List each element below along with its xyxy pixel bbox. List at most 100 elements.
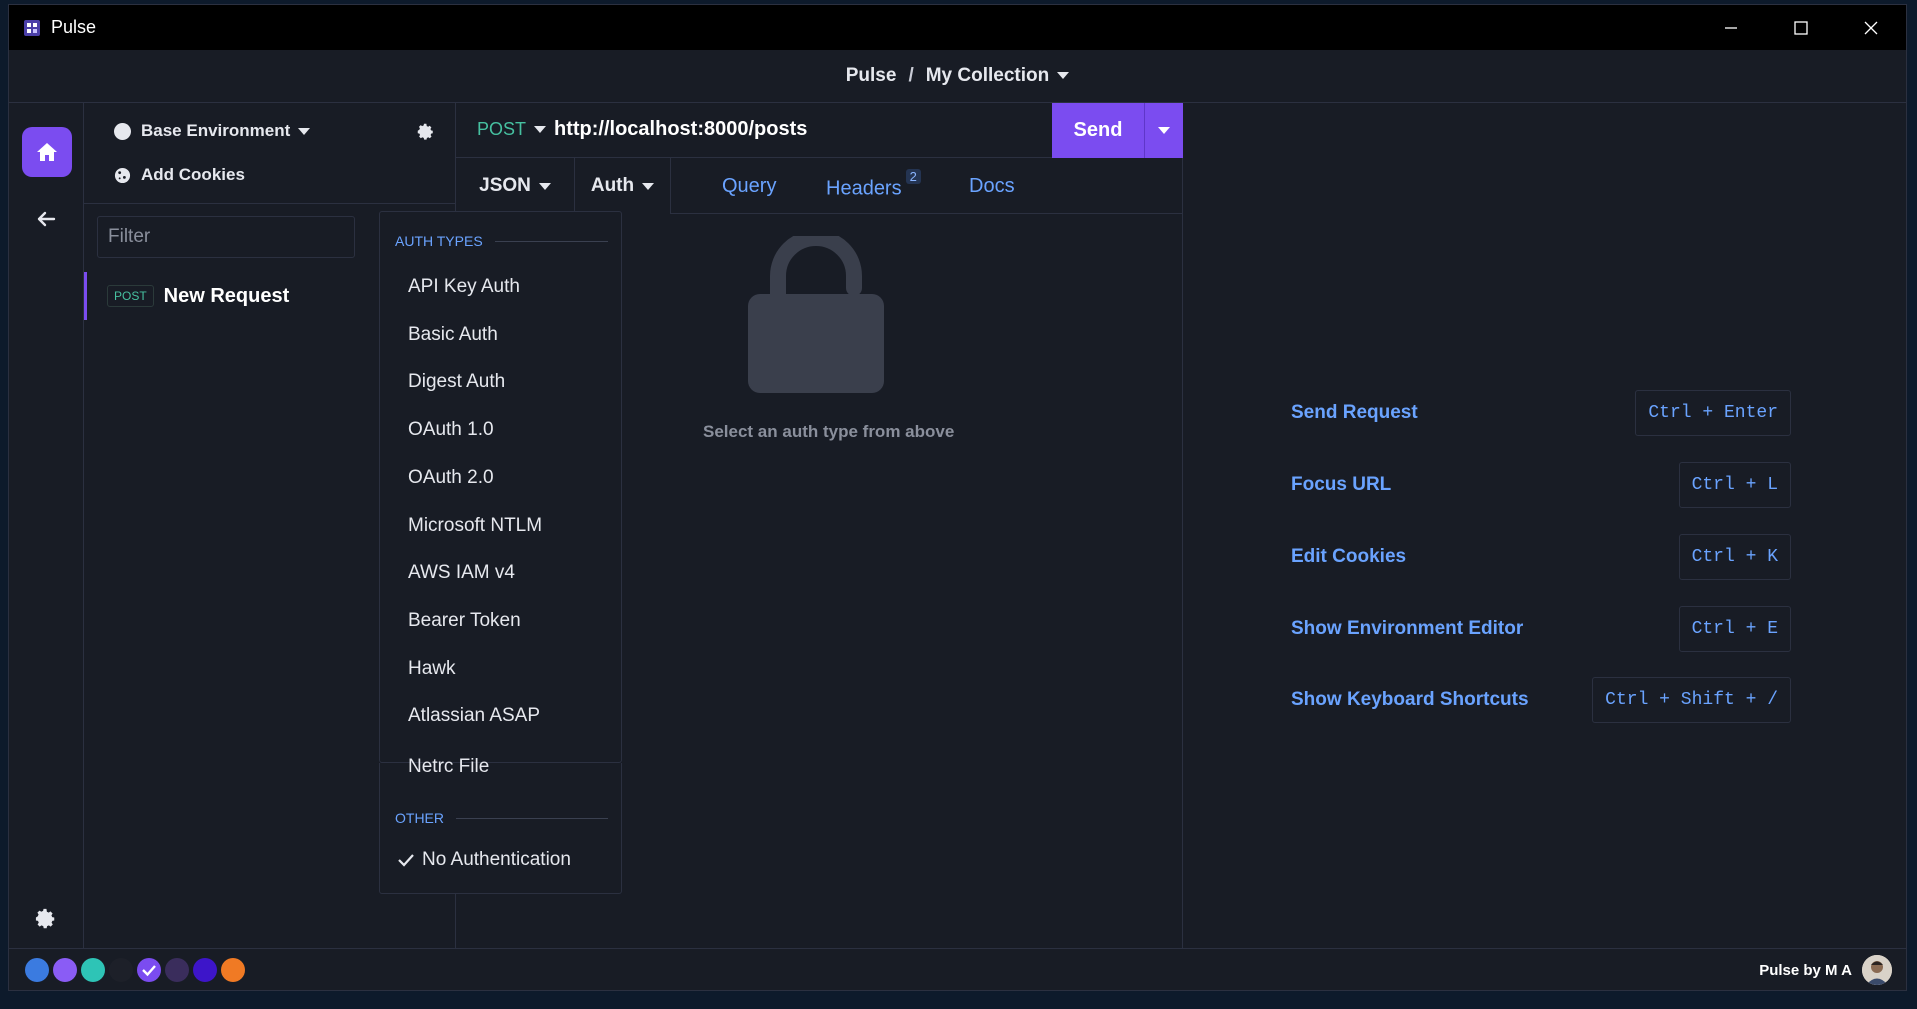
shortcut-keys: Ctrl + Shift + /: [1592, 677, 1791, 723]
breadcrumb-app[interactable]: Pulse: [846, 65, 897, 87]
shortcut-focus-url: Focus URL Ctrl + L: [1291, 462, 1791, 508]
menu-item-digest-auth[interactable]: Digest Auth: [408, 371, 505, 393]
tab-auth-label: Auth: [590, 175, 635, 196]
menu-item-basic-auth[interactable]: Basic Auth: [408, 324, 498, 346]
collection-selector[interactable]: My Collection: [926, 65, 1070, 87]
shortcut-label[interactable]: Focus URL: [1291, 474, 1391, 496]
environment-name: Base Environment: [141, 121, 291, 140]
tab-body-label: JSON: [479, 175, 531, 196]
avatar[interactable]: [1862, 955, 1892, 985]
collection-name: My Collection: [925, 65, 1050, 86]
shortcut-label[interactable]: Show Keyboard Shortcuts: [1291, 689, 1529, 711]
credit-text: Pulse by M A: [1759, 961, 1852, 979]
close-icon: [1864, 21, 1878, 34]
home-icon: [37, 143, 57, 161]
headers-count-badge: 2: [905, 169, 921, 184]
add-cookies-label: Add Cookies: [141, 165, 245, 184]
menu-item-netrc-file[interactable]: Netrc File: [408, 756, 489, 778]
gear-icon: [35, 908, 55, 929]
method-label: POST: [477, 119, 527, 139]
method-selector[interactable]: POST: [477, 119, 547, 140]
status-bar: Pulse by M A: [9, 948, 1906, 990]
shortcut-keys: Ctrl + K: [1678, 534, 1791, 580]
shortcut-keys: Ctrl + L: [1678, 462, 1791, 508]
window-title: Pulse: [51, 17, 97, 37]
user-avatar-icon: [1862, 955, 1892, 985]
environment-settings-button[interactable]: [415, 121, 437, 143]
theme-swatch[interactable]: [137, 958, 161, 982]
preferences-button[interactable]: [31, 904, 61, 934]
theme-swatch[interactable]: [109, 958, 133, 982]
menu-item-aws-iam-v4[interactable]: AWS IAM v4: [408, 562, 515, 584]
breadcrumb-separator: /: [908, 65, 914, 86]
request-name: New Request: [163, 284, 290, 307]
menu-item-no-authentication[interactable]: No Authentication: [398, 849, 571, 871]
method-badge: POST: [107, 285, 154, 307]
menu-item-microsoft-ntlm[interactable]: Microsoft NTLM: [408, 515, 542, 537]
auth-type-menu: AUTH TYPES API Key Auth Basic Auth Diges…: [379, 211, 622, 763]
request-tabs: JSON Auth Query Headers2 Docs: [456, 158, 1182, 214]
theme-swatch[interactable]: [165, 958, 189, 982]
add-cookies-button[interactable]: Add Cookies: [114, 165, 245, 185]
breadcrumb: Pulse / My Collection: [9, 50, 1906, 103]
environment-selector[interactable]: Base Environment: [114, 121, 311, 141]
theme-swatch[interactable]: [193, 958, 217, 982]
home-button[interactable]: [22, 127, 72, 177]
tab-headers[interactable]: Headers2: [826, 169, 921, 201]
menu-section-auth-types: AUTH TYPES: [395, 233, 608, 249]
shortcut-label[interactable]: Send Request: [1291, 402, 1418, 424]
chevron-down-icon: [534, 126, 547, 133]
tab-auth[interactable]: Auth: [575, 158, 671, 214]
auth-empty-text: Select an auth type from above: [703, 422, 955, 441]
send-options-button[interactable]: [1144, 103, 1183, 158]
shortcut-label[interactable]: Show Environment Editor: [1291, 618, 1523, 640]
environment-panel: Base Environment Add Cookies: [84, 103, 455, 204]
url-bar: POST http://localhost:8000/posts Send: [456, 103, 1183, 158]
shortcut-keys: Ctrl + E: [1678, 606, 1791, 652]
app-icon: [24, 19, 40, 36]
gear-icon: [417, 123, 433, 140]
maximize-icon: [1794, 20, 1808, 35]
back-button[interactable]: [31, 204, 61, 234]
tab-body[interactable]: JSON: [456, 158, 575, 214]
left-rail: [9, 103, 84, 948]
filter-input[interactable]: [97, 216, 355, 258]
chevron-down-icon: [538, 182, 551, 190]
app-window: Pulse Pulse / My Collection Base Environ…: [8, 4, 1907, 991]
shortcuts-panel: Send Request Ctrl + Enter Focus URL Ctrl…: [1183, 103, 1906, 948]
unlock-icon: [748, 236, 884, 393]
checkmark-icon: [398, 854, 414, 867]
shortcut-keyboard-shortcuts: Show Keyboard Shortcuts Ctrl + Shift + /: [1291, 677, 1791, 723]
auth-type-menu-continued: Netrc File OTHER No Authentication: [379, 756, 622, 894]
shortcut-environment-editor: Show Environment Editor Ctrl + E: [1291, 606, 1791, 652]
shortcut-keys: Ctrl + Enter: [1635, 390, 1791, 436]
arrow-left-icon: [37, 211, 56, 227]
tab-docs[interactable]: Docs: [969, 175, 1015, 198]
minimize-button[interactable]: [1696, 5, 1766, 50]
section-label: OTHER: [395, 810, 444, 826]
shortcut-edit-cookies: Edit Cookies Ctrl + K: [1291, 534, 1791, 580]
shortcut-send-request: Send Request Ctrl + Enter: [1291, 390, 1791, 436]
menu-item-oauth-2[interactable]: OAuth 2.0: [408, 467, 494, 489]
menu-item-bearer-token[interactable]: Bearer Token: [408, 610, 521, 632]
theme-swatch[interactable]: [53, 958, 77, 982]
checkmark-icon: [142, 965, 156, 977]
menu-item-hawk[interactable]: Hawk: [408, 658, 456, 680]
menu-item-api-key-auth[interactable]: API Key Auth: [408, 276, 520, 298]
menu-item-oauth-1[interactable]: OAuth 1.0: [408, 419, 494, 441]
send-button[interactable]: Send: [1052, 103, 1144, 158]
close-button[interactable]: [1836, 5, 1906, 50]
maximize-button[interactable]: [1766, 5, 1836, 50]
menu-item-atlassian-asap[interactable]: Atlassian ASAP: [408, 705, 540, 727]
tab-query[interactable]: Query: [722, 175, 776, 198]
tab-headers-label: Headers: [826, 177, 902, 200]
url-input[interactable]: http://localhost:8000/posts: [554, 118, 807, 141]
minimize-icon: [1725, 26, 1737, 29]
theme-swatch[interactable]: [81, 958, 105, 982]
shortcut-label[interactable]: Edit Cookies: [1291, 546, 1406, 568]
theme-swatch[interactable]: [221, 958, 245, 982]
theme-swatch[interactable]: [25, 958, 49, 982]
chevron-down-icon: [298, 127, 311, 135]
environment-dot-icon: [114, 122, 131, 140]
title-bar: Pulse: [9, 5, 1906, 50]
